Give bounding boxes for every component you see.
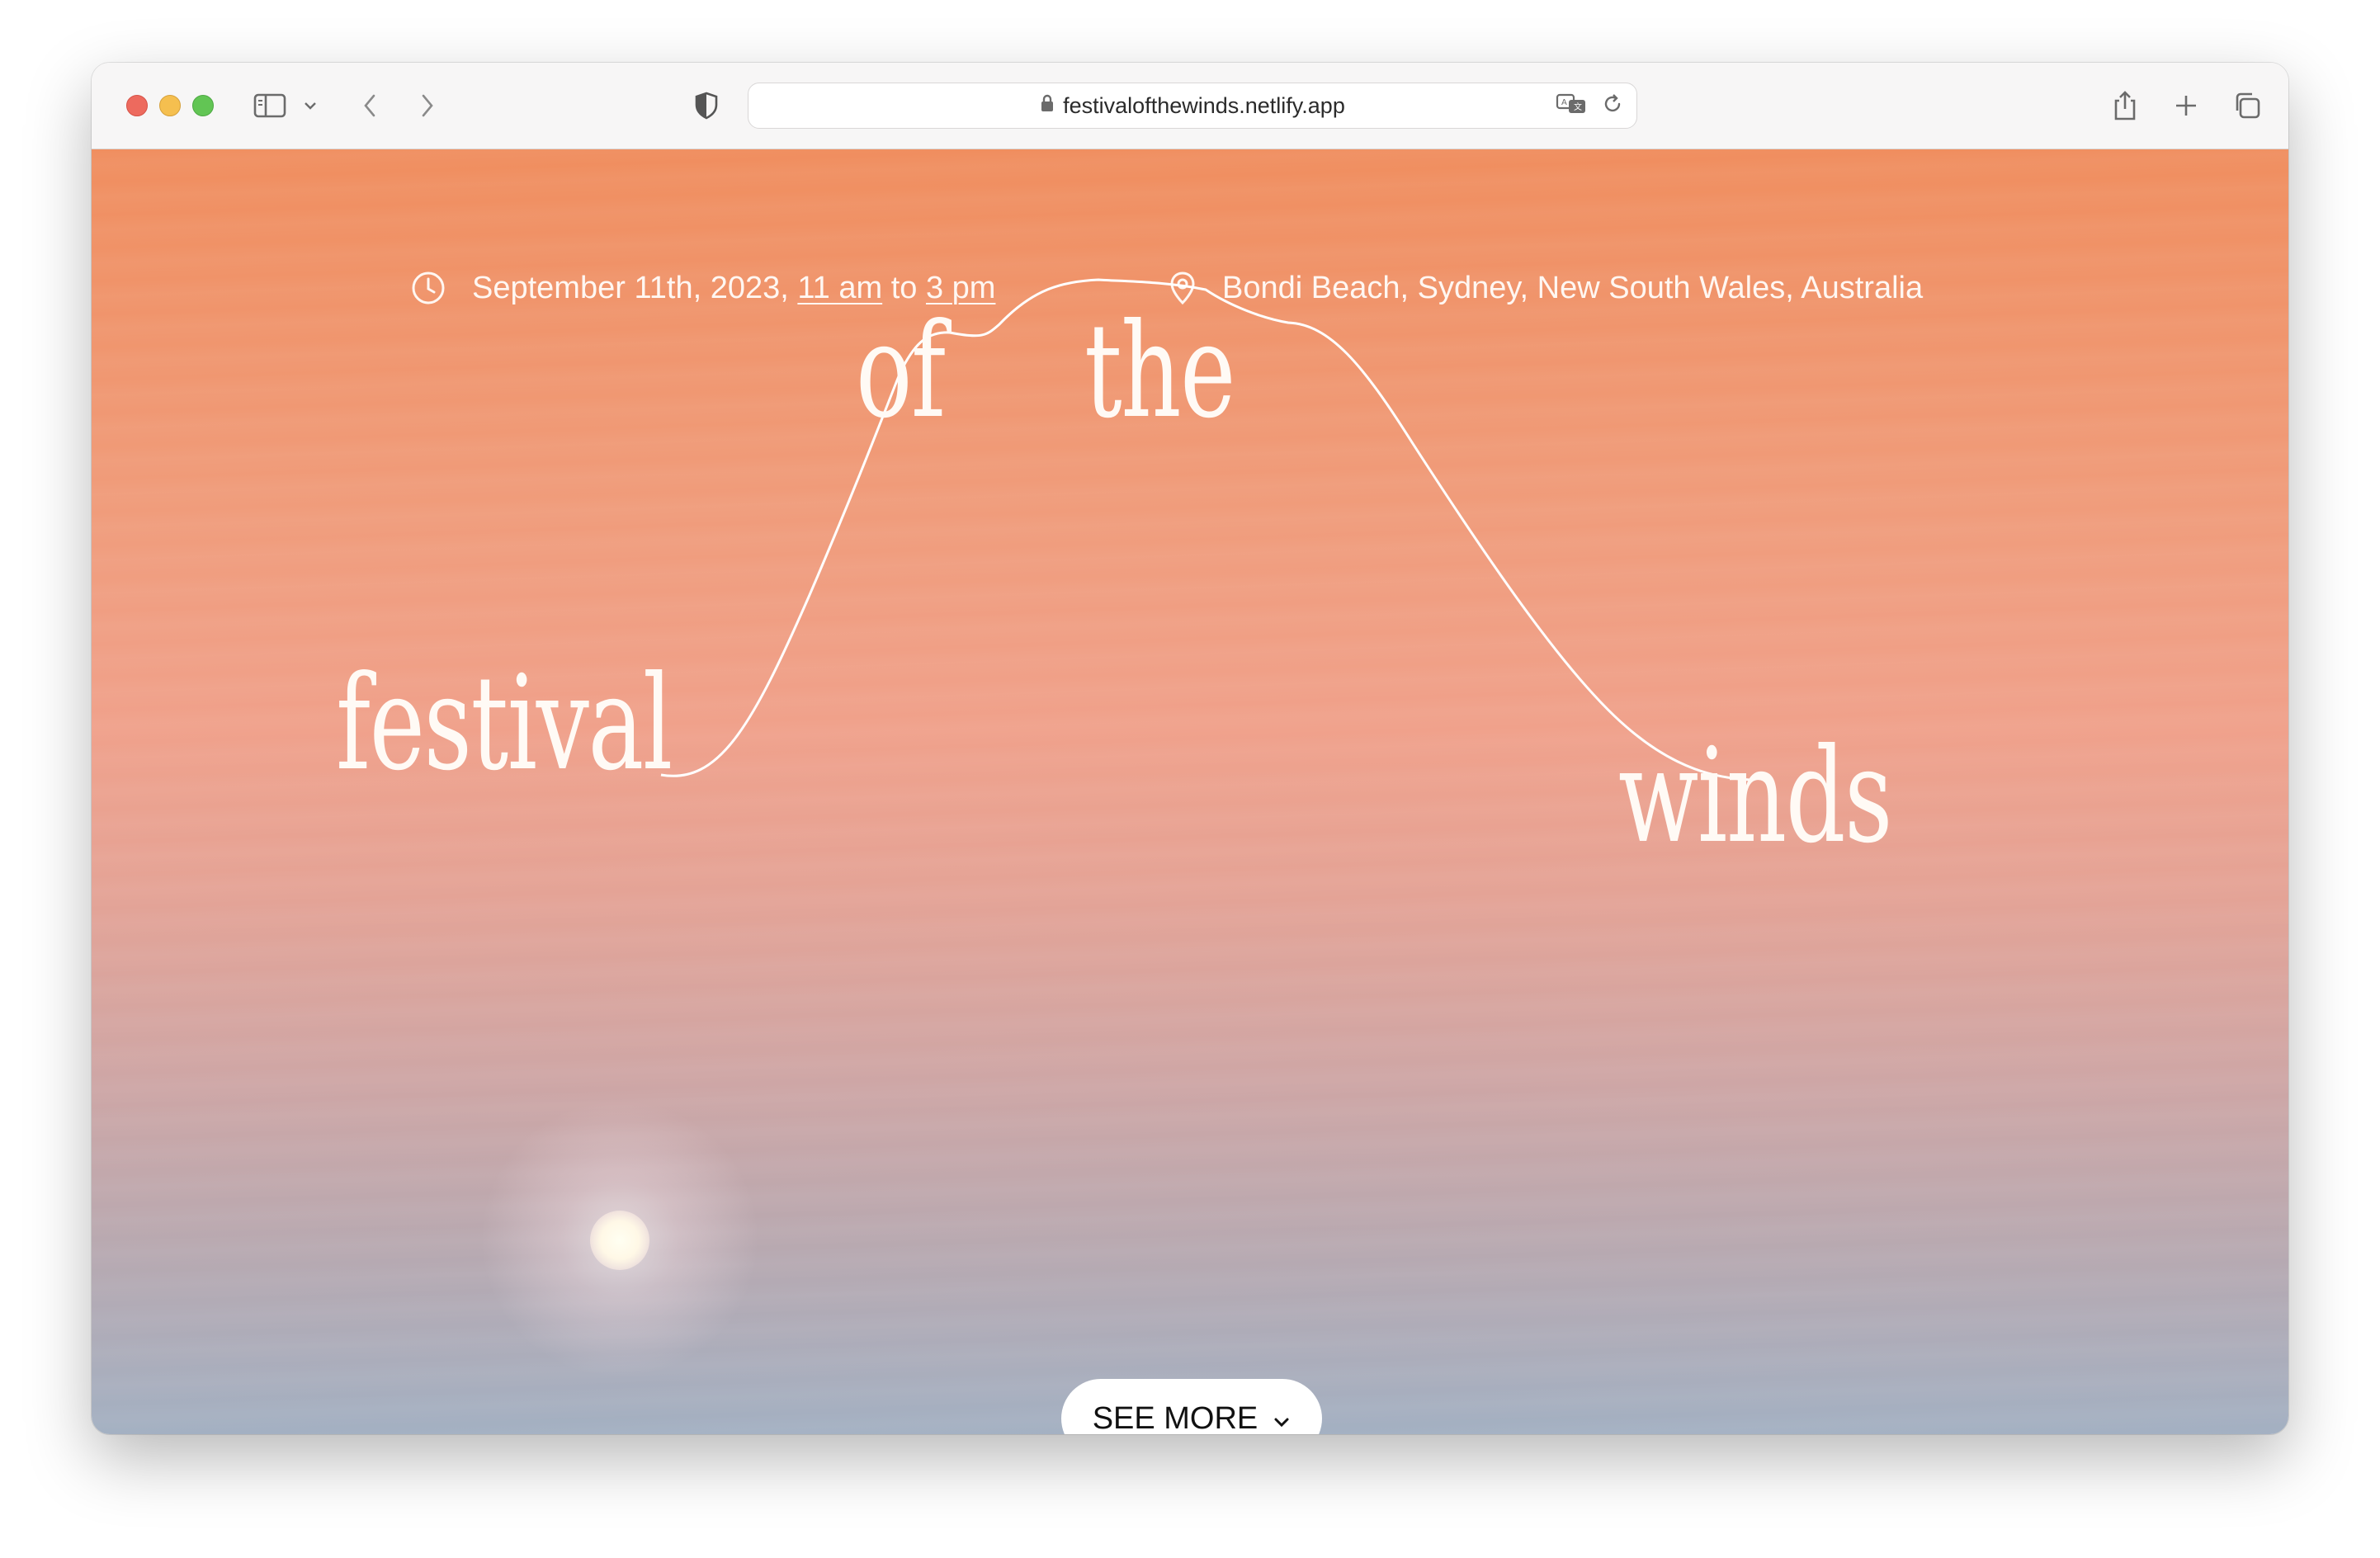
translate-icon[interactable]: A文 <box>1556 92 1587 120</box>
clock-icon <box>411 271 446 305</box>
chevron-down-icon <box>1273 1401 1291 1435</box>
sidebar-icon[interactable] <box>252 86 288 125</box>
title-word-of: of <box>856 295 946 447</box>
svg-text:文: 文 <box>1574 102 1582 112</box>
close-window-button[interactable] <box>126 95 148 116</box>
tabs-overview-icon[interactable] <box>2231 86 2264 125</box>
privacy-shield-icon[interactable] <box>692 86 721 125</box>
zoom-window-button[interactable] <box>192 95 214 116</box>
plus-icon[interactable] <box>2170 86 2203 125</box>
forward-arrow-icon[interactable] <box>415 86 440 125</box>
title-word-festival: festival <box>336 648 673 800</box>
sun <box>590 1211 649 1270</box>
title-word-winds: winds <box>1618 720 1892 872</box>
minimize-window-button[interactable] <box>159 95 181 116</box>
event-date: September 11th, 2023, <box>472 270 789 305</box>
see-more-button[interactable]: SEE MORE <box>1061 1379 1322 1434</box>
hero-page: September 11th, 2023, 11 am to 3 pm Bond… <box>92 149 2288 1434</box>
see-more-label: SEE MORE <box>1092 1400 1258 1435</box>
svg-text:A: A <box>1561 98 1567 107</box>
address-bar[interactable]: festivalofthewinds.netlify.app A文 <box>748 83 1637 129</box>
chevron-down-icon[interactable] <box>300 86 320 125</box>
title-word-the: the <box>1084 295 1235 447</box>
url-text: festivalofthewinds.netlify.app <box>1063 92 1345 118</box>
event-location: Bondi Beach, Sydney, New South Wales, Au… <box>1169 263 1923 313</box>
location-text: Bondi Beach, Sydney, New South Wales, Au… <box>1222 270 1924 305</box>
share-icon[interactable] <box>2108 86 2142 125</box>
browser-toolbar: festivalofthewinds.netlify.app A文 <box>92 63 2288 149</box>
browser-window: festivalofthewinds.netlify.app A文 Septem… <box>92 63 2288 1434</box>
reload-icon[interactable] <box>1602 93 1623 119</box>
back-arrow-icon[interactable] <box>357 86 382 125</box>
lock-icon <box>1040 93 1055 119</box>
